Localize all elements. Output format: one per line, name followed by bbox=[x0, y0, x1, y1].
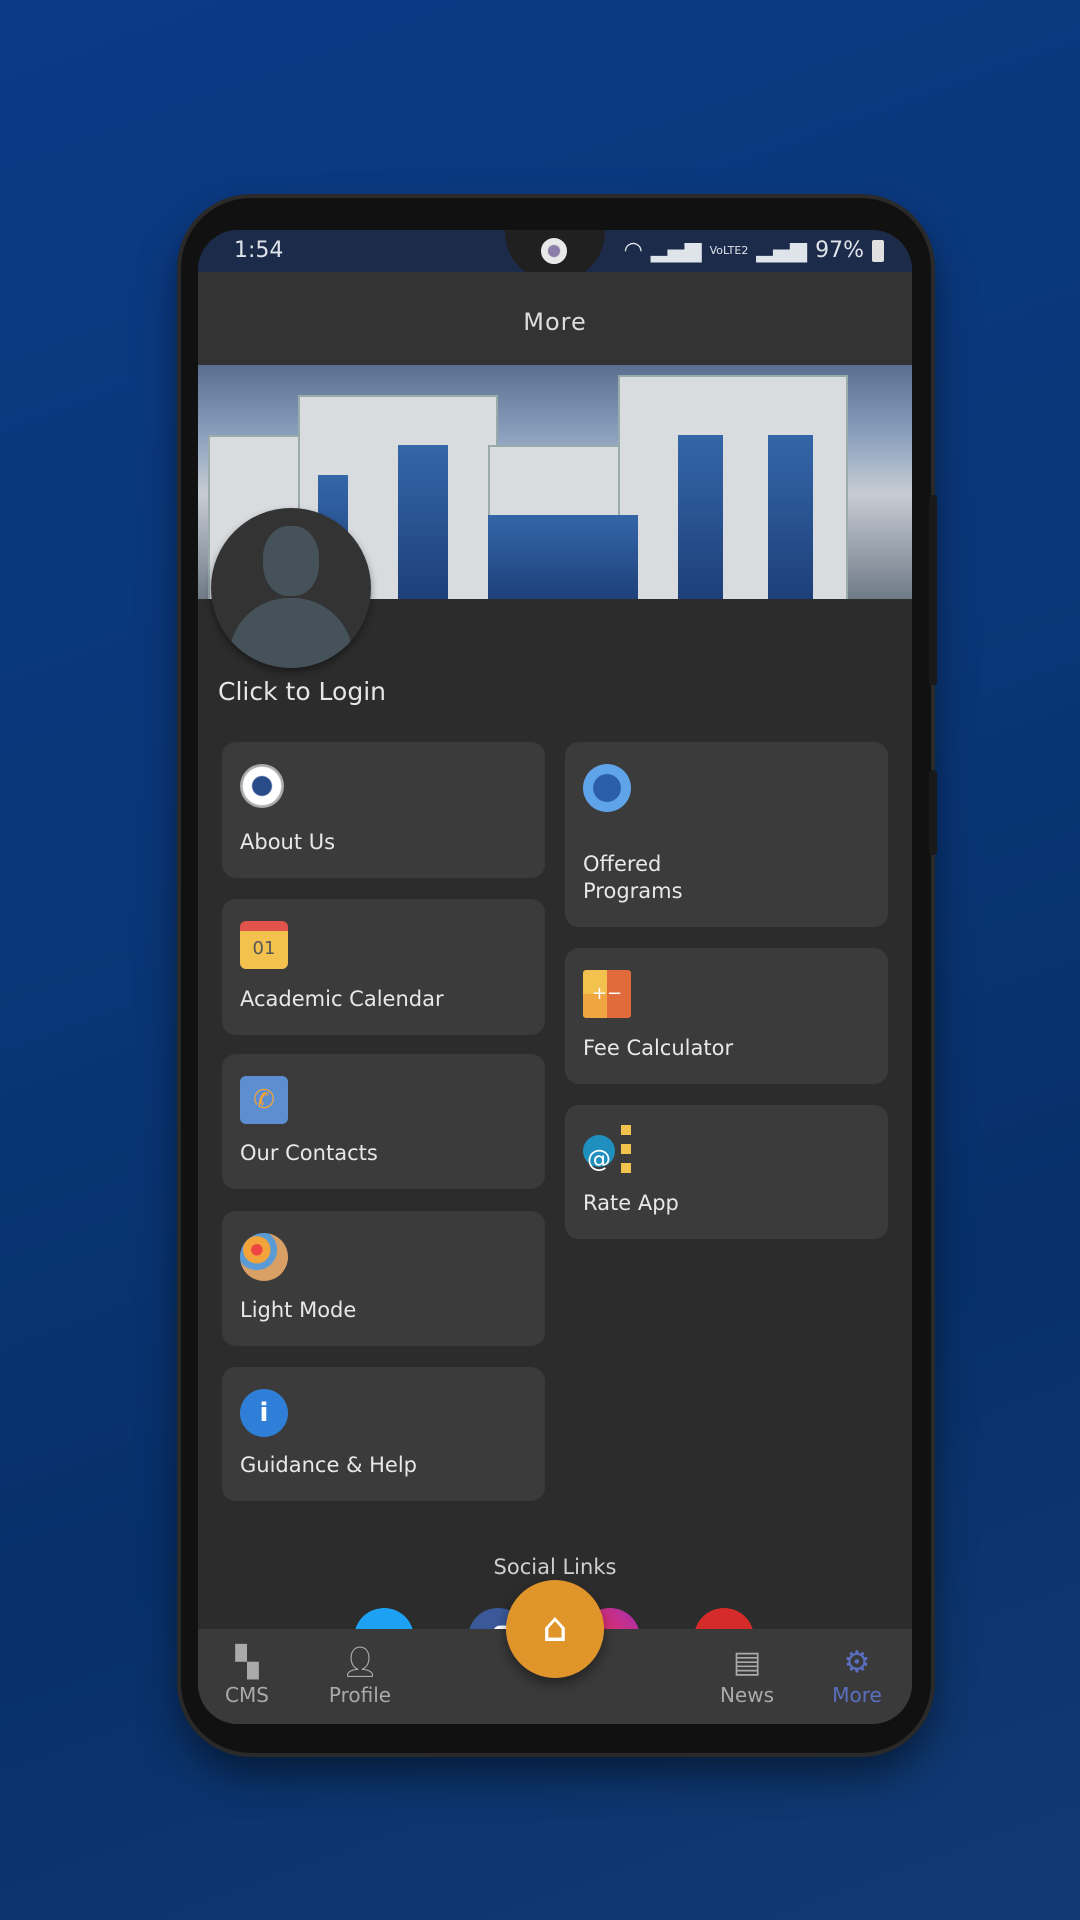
calendar-icon: 01 bbox=[240, 921, 288, 969]
menu-card-guidance-help[interactable]: i Guidance & Help bbox=[222, 1367, 545, 1501]
gear-icon: ⚙ bbox=[843, 1645, 871, 1680]
home-icon: ⌂ bbox=[542, 1605, 568, 1651]
menu-card-label: Academic Calendar bbox=[240, 987, 444, 1011]
nav-profile[interactable]: 👤︎ Profile bbox=[315, 1645, 405, 1708]
social-links-title: Social Links bbox=[493, 1555, 617, 1579]
menu-card-label: About Us bbox=[240, 830, 336, 854]
info-icon: i bbox=[240, 1389, 288, 1437]
nav-cms[interactable]: ▚ CMS bbox=[202, 1645, 292, 1708]
menu-card-label: Light Mode bbox=[240, 1298, 357, 1322]
rate-dots bbox=[621, 1125, 631, 1173]
nav-label: More bbox=[832, 1683, 882, 1707]
chat-icon: ▤ bbox=[732, 1645, 762, 1680]
battery-icon bbox=[872, 239, 884, 262]
nav-more[interactable]: ⚙ More bbox=[812, 1645, 902, 1708]
nav-label: CMS bbox=[225, 1683, 269, 1707]
menu-card-rate-app[interactable]: @ Rate App bbox=[565, 1105, 888, 1239]
camera-icon bbox=[541, 238, 567, 264]
status-time: 1:54 bbox=[234, 238, 284, 263]
wifi-icon: ◠ bbox=[623, 238, 643, 263]
menu-card-our-contacts[interactable]: ✆ Our Contacts bbox=[222, 1054, 545, 1189]
contact-book-icon: ✆ bbox=[240, 1076, 288, 1124]
screen: 1:54 ◠ ▂▄▆ VoLTE2 ▂▄▆ 97% More Click to … bbox=[198, 230, 912, 1724]
battery-text: 97% bbox=[815, 238, 864, 263]
menu-card-fee-calculator[interactable]: +− Fee Calculator bbox=[565, 948, 888, 1084]
menu-card-label: Our Contacts bbox=[240, 1141, 378, 1165]
rate-icon: @ bbox=[583, 1135, 615, 1173]
nav-news[interactable]: ▤ News bbox=[702, 1645, 792, 1708]
nav-label: News bbox=[719, 1683, 775, 1707]
login-link[interactable]: Click to Login bbox=[218, 677, 386, 706]
menu-card-label: Rate App bbox=[583, 1191, 679, 1215]
menu-card-label: Fee Calculator bbox=[583, 1036, 734, 1060]
home-button[interactable]: ⌂ bbox=[506, 1580, 604, 1678]
calculator-icon: +− bbox=[583, 970, 631, 1018]
menu-card-label: Guidance & Help bbox=[240, 1453, 417, 1477]
signal-icon: ▂▄▆ bbox=[650, 238, 702, 263]
university-seal-icon bbox=[240, 764, 284, 808]
dashboard-icon: ▚ bbox=[235, 1645, 259, 1680]
person-icon: 👤︎ bbox=[340, 1645, 380, 1680]
book-icon bbox=[583, 764, 631, 812]
page-title: More bbox=[198, 272, 912, 365]
network-label: VoLTE2 bbox=[709, 244, 749, 257]
side-button bbox=[929, 495, 937, 685]
nav-label: Profile bbox=[328, 1683, 392, 1707]
menu-card-offered-programs[interactable]: Offered Programs bbox=[565, 742, 888, 927]
menu-card-label: Offered Programs bbox=[583, 852, 683, 903]
palette-icon bbox=[240, 1233, 288, 1281]
menu-card-about-us[interactable]: About Us bbox=[222, 742, 545, 878]
signal-icon: ▂▄▆ bbox=[756, 238, 808, 263]
menu-card-academic-calendar[interactable]: 01 Academic Calendar bbox=[222, 899, 545, 1035]
avatar[interactable] bbox=[211, 508, 371, 668]
menu-card-light-mode[interactable]: Light Mode bbox=[222, 1211, 545, 1346]
side-button bbox=[929, 770, 937, 855]
